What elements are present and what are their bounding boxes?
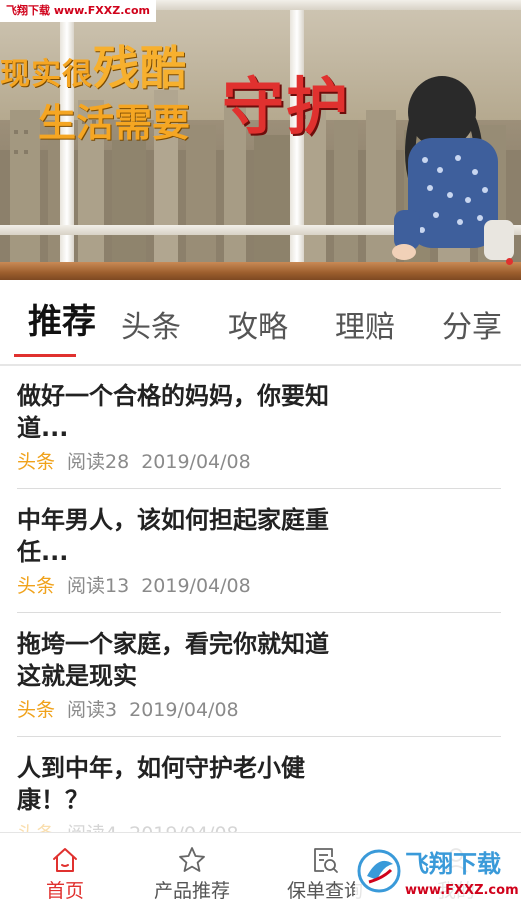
article-meta: 头条 阅读28 2019/04/08: [17, 450, 251, 474]
watermark-label: 飞翔下载 www.FXXZ.com: [0, 0, 156, 22]
article-category: 头条: [17, 699, 56, 721]
site-logo-watermark: 飞翔下载 www.FXXZ.com: [355, 836, 521, 906]
category-tabs: 推荐 头条 攻略 理赔 分享: [0, 290, 521, 366]
tab-claims[interactable]: 理赔: [335, 308, 395, 348]
article-read-count: 阅读28: [67, 451, 130, 473]
article-title: 人到中年，如何守护老小健康！？: [17, 754, 305, 814]
divider: [17, 612, 501, 613]
article-category: 头条: [17, 823, 55, 832]
article-read-count: 阅读4: [67, 823, 117, 832]
article-date: 2019/04/08: [141, 451, 251, 473]
app-screen: 现实很残酷 生活需要 守护 飞翔下载 www.FXXZ.com 推荐 头条 攻略: [0, 0, 521, 909]
logo-url: www.FXXZ.com: [405, 883, 519, 898]
article-list: 做好一个合格的妈妈，你要知道... 头条 阅读28 2019/04/08 中年男人，…: [0, 366, 521, 832]
divider: [17, 736, 501, 737]
article-meta: 头条 阅读4 2019/04/08: [17, 822, 239, 832]
article-date: 2019/04/08: [141, 575, 251, 597]
article-meta: 头条 阅读13 2019/04/08: [17, 574, 251, 598]
article-date: 2019/04/08: [129, 823, 239, 832]
banner-slogan-line2: 生活需要: [38, 101, 191, 145]
article-category: 头条: [17, 451, 56, 473]
divider: [17, 488, 501, 489]
banner-slogan-line1: 现实很残酷: [0, 32, 187, 98]
article-item[interactable]: 中年男人，该如何担起家庭重任... 头条 阅读13 2019/04/08: [0, 490, 521, 614]
banner-slogan-part: 现实很: [0, 57, 93, 92]
article-category: 头条: [17, 575, 56, 597]
document-search-icon: [314, 848, 338, 873]
banner-slogan-highlight: 守护: [222, 70, 351, 143]
article-read-count: 阅读3: [67, 699, 118, 721]
active-tab-indicator: [14, 354, 76, 357]
tab-share[interactable]: 分享: [442, 308, 502, 348]
logo-wordmark: 飞翔下载: [405, 850, 501, 878]
girl-illustration: [392, 76, 514, 260]
article-item[interactable]: 人到中年，如何守护老小健康！？ 头条 阅读4 2019/04/08: [0, 738, 521, 832]
banner-slogan-emphasis: 残酷: [93, 41, 187, 95]
carousel-indicator: [506, 258, 513, 265]
article-item[interactable]: 做好一个合格的妈妈，你要知道... 头条 阅读28 2019/04/08: [0, 366, 521, 490]
article-title: 中年男人，该如何担起家庭重任...: [17, 506, 329, 566]
tab-headlines[interactable]: 头条: [121, 308, 181, 348]
tab-recommend[interactable]: 推荐: [28, 302, 96, 342]
promo-banner[interactable]: 现实很残酷 生活需要 守护 飞翔下载 www.FXXZ.com: [0, 0, 521, 280]
star-icon: [179, 847, 205, 872]
article-title: 做好一个合格的妈妈，你要知道...: [17, 382, 329, 442]
article-read-count: 阅读13: [67, 575, 130, 597]
nav-home[interactable]: 首页: [0, 833, 130, 909]
article-meta: 头条 阅读3 2019/04/08: [17, 698, 239, 722]
nav-products[interactable]: 产品推荐: [127, 833, 257, 909]
home-icon: [53, 848, 77, 872]
nav-home-label: 首页: [45, 880, 84, 902]
nav-products-label: 产品推荐: [153, 880, 230, 902]
article-item[interactable]: 拖垮一个家庭，看完你就知道这就是现实 头条 阅读3 2019/04/08: [0, 614, 521, 738]
article-title: 拖垮一个家庭，看完你就知道这就是现实: [17, 630, 329, 690]
tab-guides[interactable]: 攻略: [228, 308, 288, 348]
article-date: 2019/04/08: [129, 699, 239, 721]
